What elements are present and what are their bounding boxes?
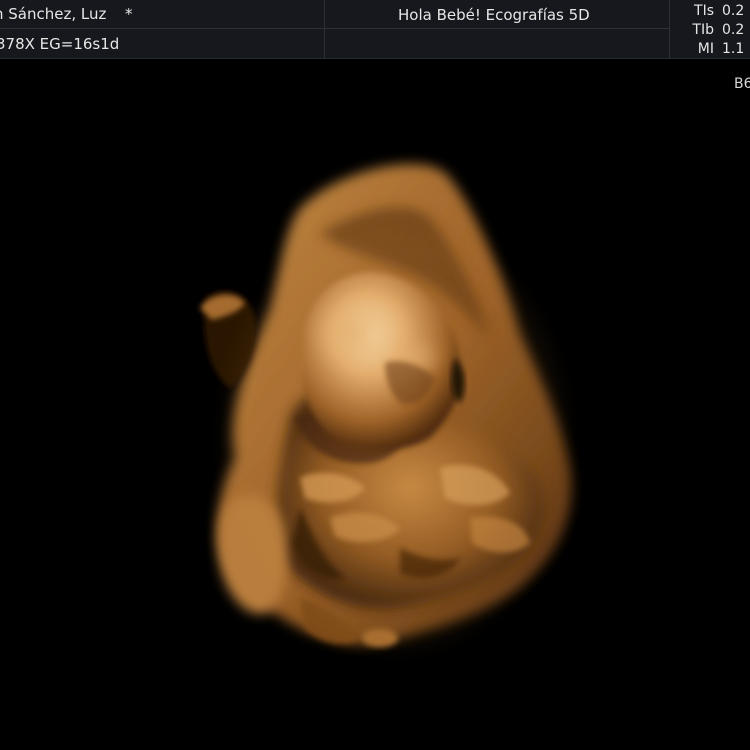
index-value: 1.1: [722, 41, 745, 57]
fetus-render-image: [200, 164, 572, 648]
mechanical-index: MI 1.1: [684, 42, 744, 56]
scanner-header: n Sánchez, Luz * 378X EG=16s1d Hola Bebé…: [0, 0, 750, 59]
ultrasound-3d-render: [0, 58, 750, 750]
index-label: TIs: [694, 3, 714, 19]
index-value: 0.2: [722, 3, 745, 19]
patient-flag: *: [125, 5, 133, 23]
thermal-index-bone: TIb 0.2: [684, 23, 744, 37]
index-label: MI: [697, 41, 714, 57]
header-empty-cell: [325, 29, 670, 58]
index-value: 0.2: [722, 22, 745, 38]
clinic-name: Hola Bebé! Ecografías 5D: [398, 6, 590, 24]
ambient-glow: [225, 228, 565, 648]
index-label: TIb: [692, 22, 714, 38]
patient-name: n Sánchez, Luz: [0, 5, 107, 23]
ultrasound-screen: n Sánchez, Luz * 378X EG=16s1d Hola Bebé…: [0, 0, 750, 750]
thermal-index-soft-tissue: TIs 0.2: [684, 4, 744, 18]
study-info: 378X EG=16s1d: [0, 35, 120, 53]
